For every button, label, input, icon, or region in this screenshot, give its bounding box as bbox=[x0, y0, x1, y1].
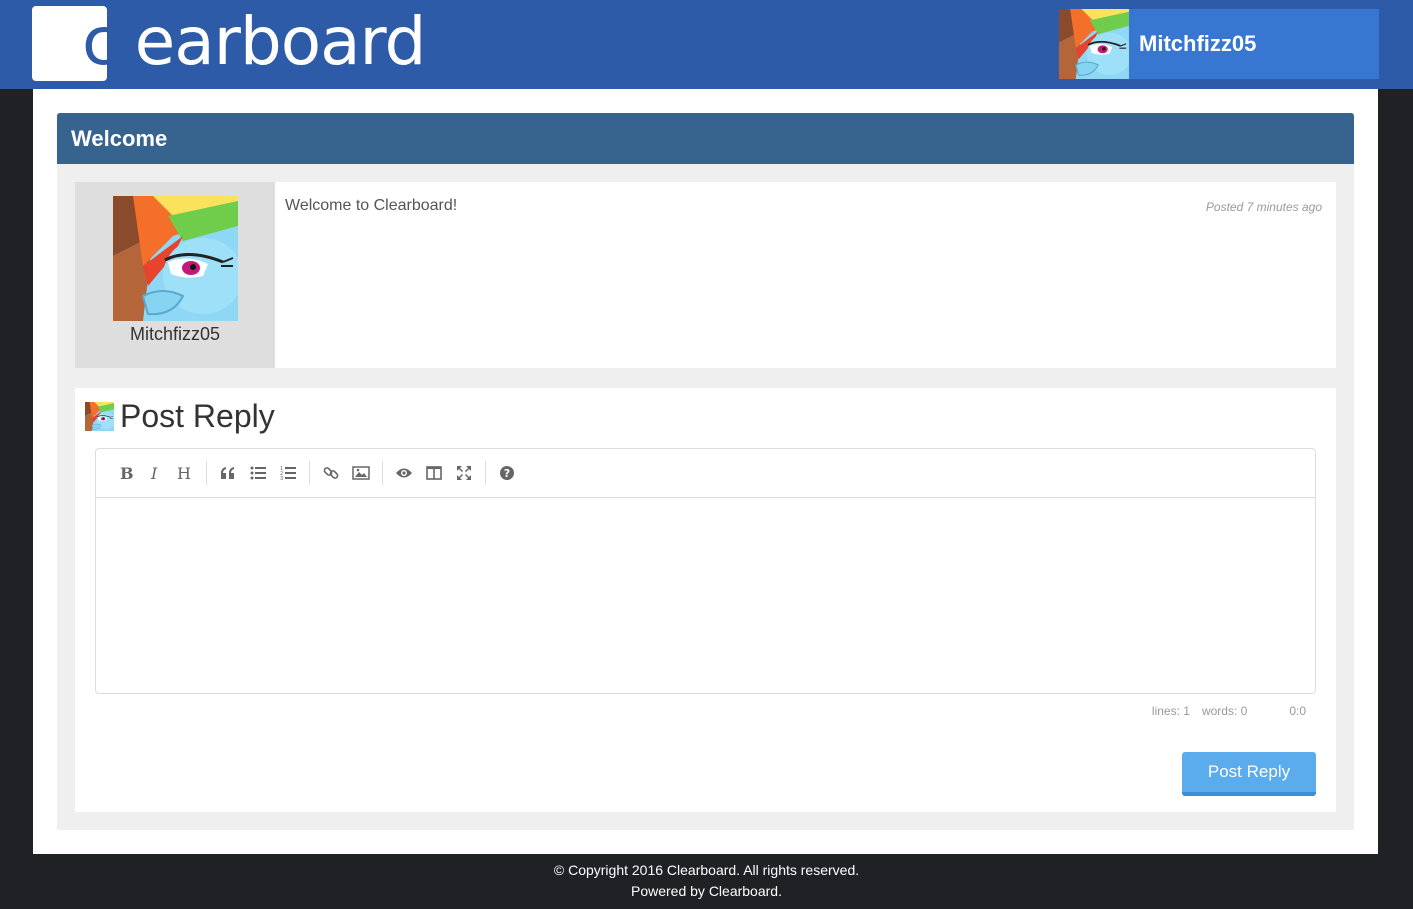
svg-text:3: 3 bbox=[280, 476, 283, 480]
post-content: Welcome to Clearboard! bbox=[285, 197, 458, 214]
header-username: Mitchfizz05 bbox=[1139, 31, 1257, 56]
post: Mitchfizz05 Welcome to Clearboard! Poste… bbox=[75, 182, 1336, 368]
topic-header: Welcome bbox=[57, 113, 1354, 164]
logo-text: clearboard bbox=[82, 3, 426, 80]
bold-icon[interactable]: B bbox=[110, 458, 140, 488]
post-author: Mitchfizz05 bbox=[75, 182, 275, 368]
status-lines: lines: 1 bbox=[1151, 704, 1190, 718]
toolbar-separator bbox=[206, 461, 207, 485]
footer-copyright: © Copyright 2016 Clearboard. All rights … bbox=[553, 862, 860, 878]
reply-title: Post Reply bbox=[120, 398, 275, 434]
topic-panel: Welcome Mitchfizz05 Welcome to Clearboar… bbox=[57, 113, 1354, 830]
italic-icon[interactable]: I bbox=[140, 458, 170, 488]
side-by-side-icon[interactable] bbox=[419, 458, 449, 488]
post-reply-button[interactable]: Post Reply bbox=[1182, 752, 1316, 796]
reply-textarea[interactable] bbox=[96, 498, 1315, 693]
status-words: words: 0 bbox=[1201, 704, 1248, 718]
editor-statusbar: lines: 1 words: 0 0:0 bbox=[1140, 704, 1306, 718]
svg-text:?: ? bbox=[504, 467, 510, 480]
editor-toolbar: B I H 123 ? bbox=[96, 449, 1315, 498]
footer-powered: Powered by Clearboard. bbox=[631, 883, 782, 899]
post-body: Welcome to Clearboard! Posted 7 minutes … bbox=[275, 182, 1336, 368]
toolbar-separator bbox=[309, 461, 310, 485]
toolbar-separator bbox=[382, 461, 383, 485]
link-icon[interactable] bbox=[316, 458, 346, 488]
user-avatar bbox=[1059, 9, 1129, 79]
post-timestamp: Posted 7 minutes ago bbox=[1205, 200, 1322, 214]
user-menu[interactable]: Mitchfizz05 bbox=[1059, 9, 1379, 79]
footer: © Copyright 2016 Clearboard. All rights … bbox=[0, 860, 1413, 902]
reply-box: Post Reply B I H 123 ? lines: 1 words: 0… bbox=[75, 388, 1336, 812]
heading-icon[interactable]: H bbox=[170, 458, 200, 488]
author-avatar[interactable] bbox=[113, 196, 238, 321]
help-icon[interactable]: ? bbox=[492, 458, 522, 488]
image-icon[interactable] bbox=[346, 458, 376, 488]
status-cursor: 0:0 bbox=[1289, 704, 1306, 718]
ordered-list-icon[interactable]: 123 bbox=[273, 458, 303, 488]
svg-text:B: B bbox=[120, 465, 133, 481]
clearboard-logo[interactable]: clearboard bbox=[32, 3, 426, 81]
reply-header: Post Reply bbox=[85, 398, 275, 435]
quote-icon[interactable] bbox=[213, 458, 243, 488]
author-name[interactable]: Mitchfizz05 bbox=[130, 324, 220, 345]
toolbar-separator bbox=[485, 461, 486, 485]
fullscreen-icon[interactable] bbox=[449, 458, 479, 488]
svg-text:I: I bbox=[150, 465, 158, 481]
unordered-list-icon[interactable] bbox=[243, 458, 273, 488]
top-header: clearboard Mitchfizz05 bbox=[0, 0, 1413, 89]
svg-text:H: H bbox=[177, 465, 191, 481]
preview-icon[interactable] bbox=[389, 458, 419, 488]
topic-title: Welcome bbox=[71, 125, 168, 151]
markdown-editor: B I H 123 ? bbox=[95, 448, 1316, 694]
main-content: Welcome Mitchfizz05 Welcome to Clearboar… bbox=[33, 89, 1378, 854]
reply-avatar bbox=[85, 402, 114, 431]
